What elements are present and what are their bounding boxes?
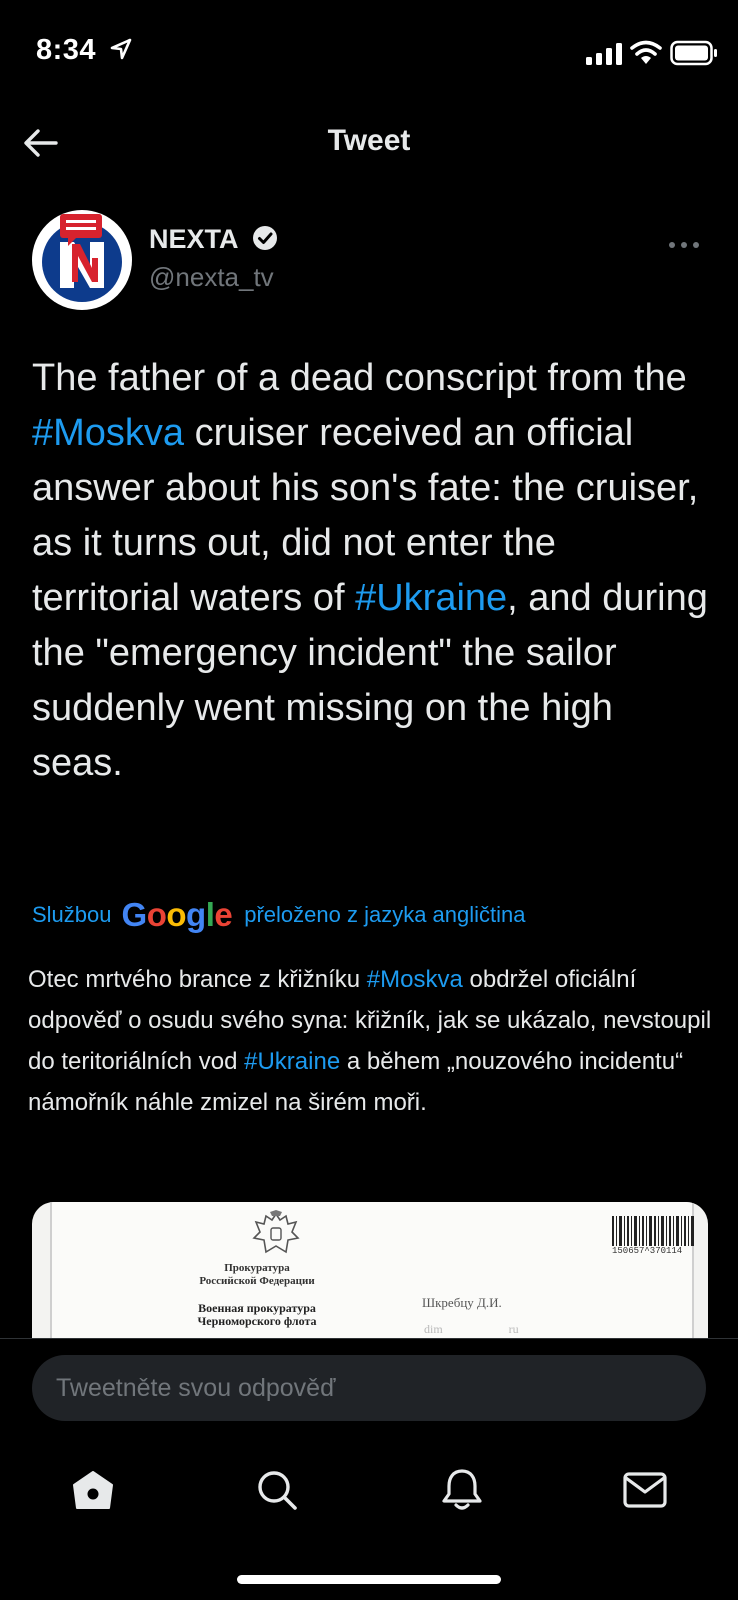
status-bar: 8:34 bbox=[0, 0, 738, 100]
cellular-signal-icon bbox=[586, 43, 622, 65]
search-icon bbox=[258, 1471, 297, 1510]
document-department: Военная прокуратура Черноморского флота bbox=[197, 1301, 317, 1328]
barcode-number: 150657^370114 bbox=[612, 1246, 683, 1256]
nav-home[interactable] bbox=[65, 1462, 121, 1518]
status-time: 8:34 bbox=[36, 34, 97, 66]
reply-input[interactable] bbox=[32, 1355, 706, 1421]
nav-notifications[interactable] bbox=[434, 1462, 490, 1518]
tweet-media-image[interactable]: Прокуратура Российской Федерации Военная… bbox=[32, 1202, 708, 1338]
bell-icon bbox=[442, 1469, 482, 1510]
avatar[interactable] bbox=[32, 210, 132, 310]
google-logo: Google bbox=[121, 896, 233, 933]
battery-icon bbox=[670, 40, 717, 66]
tweet-author: NEXTA @nexta_tv bbox=[32, 210, 712, 310]
document-organization: Прокуратура Российской Федерации bbox=[199, 1262, 315, 1287]
document-recipient: Шкребцу Д.И. bbox=[422, 1295, 502, 1310]
translation-suffix: přeloženo z jazyka angličtina bbox=[244, 902, 526, 927]
more-options-icon[interactable] bbox=[664, 230, 704, 260]
nexta-logo-icon bbox=[42, 214, 122, 302]
verified-badge-icon bbox=[253, 226, 277, 250]
translation-prefix: Službou bbox=[32, 902, 112, 927]
home-indicator[interactable] bbox=[237, 1575, 501, 1584]
translation-attribution[interactable]: Službou Google přeloženo z jazyka anglič… bbox=[32, 896, 526, 934]
nav-search[interactable] bbox=[249, 1462, 305, 1518]
document-email: dim ru bbox=[424, 1322, 519, 1336]
home-icon bbox=[73, 1471, 113, 1509]
hashtag-link[interactable]: #Moskva bbox=[32, 412, 184, 454]
page-title: Tweet bbox=[327, 124, 411, 157]
author-handle[interactable]: @nexta_tv bbox=[149, 262, 274, 293]
translated-text-segment: Otec mrtvého brance z křižníku bbox=[28, 966, 367, 993]
location-arrow-icon bbox=[110, 38, 132, 60]
hashtag-link[interactable]: #Moskva bbox=[367, 966, 463, 993]
tweet-text-segment: The father of a dead conscript from the bbox=[32, 357, 687, 399]
translated-text: Otec mrtvého brance z křižníku #Moskva o… bbox=[28, 959, 718, 1123]
wifi-icon bbox=[630, 40, 662, 64]
barcode-image bbox=[612, 1216, 694, 1246]
tweet-text: The father of a dead conscript from the … bbox=[32, 351, 712, 791]
hashtag-link[interactable]: #Ukraine bbox=[355, 577, 507, 619]
coat-of-arms-emblem bbox=[252, 1210, 300, 1254]
tweet-header: Tweet bbox=[0, 110, 738, 174]
document-page: Прокуратура Российской Федерации Военная… bbox=[50, 1202, 694, 1338]
nav-messages[interactable] bbox=[617, 1462, 673, 1518]
author-name[interactable]: NEXTA bbox=[149, 224, 239, 255]
hashtag-link[interactable]: #Ukraine bbox=[244, 1048, 340, 1075]
envelope-icon bbox=[623, 1472, 667, 1508]
